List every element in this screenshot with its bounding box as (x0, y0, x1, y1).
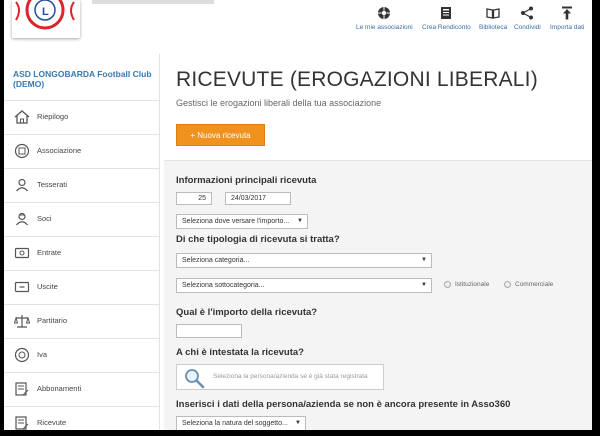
vat-icon (14, 347, 30, 363)
sidebar-item-riepilogo[interactable]: Riepilogo (4, 100, 159, 134)
sidebar-item-label: Riepilogo (37, 112, 69, 121)
toolbar-label: Biblioteca (479, 24, 508, 31)
sidebar-item-associazione[interactable]: Associazione (4, 134, 159, 168)
select-value: Seleziona la natura del soggetto... (182, 420, 288, 427)
subcategory-select[interactable]: Seleziona sottocategoria... ▼ (176, 278, 432, 293)
chevron-down-icon: ▼ (421, 282, 427, 288)
report-icon (441, 7, 452, 19)
search-icon (185, 369, 205, 389)
top-header: L Le mie associazioni Crea Rendiconto Bi… (4, 0, 592, 55)
balance-icon (14, 315, 30, 328)
sidebar-item-label: Entrate (37, 248, 62, 257)
section-amount-title: Qual è l'importo della ricevuta? (176, 307, 318, 318)
chevron-down-icon: ▼ (297, 218, 303, 224)
toolbar-share[interactable]: Condividi (514, 6, 541, 31)
select-value: Seleziona dove versare l'importo... (182, 218, 290, 225)
payment-destination-select[interactable]: Seleziona dove versare l'importo... ▼ (176, 214, 308, 229)
radio-institutional[interactable]: Istituzionale (444, 281, 489, 288)
person-search-input[interactable]: Seleziona la persona/azienda se è già st… (176, 364, 384, 390)
section-new-person-title: Inserisci i dati della persona/azienda s… (176, 399, 511, 410)
svg-text:L: L (42, 6, 49, 18)
section-type-title: Di che tipologia di ricevuta si tratta? (176, 234, 340, 245)
member-icon (16, 212, 28, 226)
sidebar-item-tesserati[interactable]: Tesserati (4, 168, 159, 202)
sidebar-item-label: Abbonamenti (37, 384, 82, 393)
receipt-date-field[interactable]: 24/03/2017 (225, 192, 291, 205)
sidebar-item-label: Tesserati (37, 180, 68, 189)
sidebar-item-label: Associazione (37, 146, 82, 155)
radio-label: Commerciale (515, 281, 554, 289)
building-icon (14, 143, 30, 159)
toolbar-label: Importa dati (550, 24, 585, 31)
sidebar-item-label: Uscite (37, 282, 58, 291)
radio-circle-icon (504, 281, 511, 288)
toolbar-import[interactable]: Importa dati (550, 6, 584, 31)
section-info-title: Informazioni principali ricevuta (176, 175, 317, 186)
expense-icon (14, 281, 30, 293)
sidebar-item-entrate[interactable]: Entrate (4, 236, 159, 270)
club-logo-icon: L (15, 0, 75, 30)
toolbar-create-report[interactable]: Crea Rendiconto (422, 6, 471, 31)
receipt-form: Informazioni principali ricevuta 25 24/0… (164, 160, 592, 430)
sidebar-item-label: Iva (37, 350, 48, 359)
toolbar-label: Condividi (514, 24, 541, 31)
radio-circle-icon (444, 281, 451, 288)
import-icon (562, 6, 573, 20)
sidebar-item-label: Ricevute (37, 418, 67, 427)
page-title: RICEVUTE (EROGAZIONI LIBERALI) (176, 68, 538, 91)
sidebar-item-label: Soci (37, 214, 52, 223)
receipt-number-field[interactable]: 25 (176, 192, 212, 205)
page-subtitle: Gestisci le erogazioni liberali della tu… (176, 98, 382, 108)
toolbar-library[interactable]: Biblioteca (479, 6, 507, 31)
income-icon (14, 247, 30, 259)
section-recipient-title: A chi è intestata la ricevuta? (176, 347, 304, 358)
toolbar-my-associations[interactable]: Le mie associazioni (356, 6, 413, 31)
share-icon (521, 6, 534, 20)
search-placeholder: Seleziona la persona/azienda se è già st… (213, 373, 368, 380)
sidebar-item-abbonamenti[interactable]: Abbonamenti (4, 372, 159, 406)
sidebar-item-soci[interactable]: Soci (4, 202, 159, 236)
radio-commercial[interactable]: Commerciale (504, 281, 553, 288)
chevron-down-icon: ▼ (421, 257, 427, 263)
toolbar-label: Le mie associazioni (356, 24, 413, 31)
select-value: Seleziona sottocategoria... (182, 282, 265, 289)
library-icon (486, 8, 500, 19)
app-window: L Le mie associazioni Crea Rendiconto Bi… (4, 0, 592, 430)
select-value: Seleziona categoria... (182, 257, 250, 264)
amount-field[interactable] (176, 324, 242, 338)
main-content: RICEVUTE (EROGAZIONI LIBERALI) Gestisci … (160, 54, 592, 430)
sidebar-item-uscite[interactable]: Uscite (4, 270, 159, 304)
sidebar-item-partitario[interactable]: Partitario (4, 304, 159, 338)
sidebar-item-iva[interactable]: Iva (4, 338, 159, 372)
club-name[interactable]: ASD LONGOBARDA Football Club (DEMO) (13, 69, 153, 89)
receipt-icon (15, 416, 29, 430)
toolbar-label: Crea Rendiconto (422, 24, 471, 31)
chevron-down-icon: ▼ (295, 420, 301, 426)
radio-label: Istituzionale (455, 281, 490, 289)
sidebar: ASD LONGOBARDA Football Club (DEMO) Riep… (4, 54, 160, 430)
person-card-icon (16, 178, 28, 192)
associations-icon (378, 7, 391, 19)
sidebar-item-label: Partitario (37, 316, 68, 325)
subscription-icon (15, 382, 29, 396)
home-icon (14, 110, 30, 124)
new-receipt-button[interactable]: + Nuova ricevuta (176, 124, 265, 146)
category-select[interactable]: Seleziona categoria... ▼ (176, 253, 432, 268)
sidebar-item-ricevute[interactable]: Ricevute (4, 406, 159, 430)
subject-nature-select[interactable]: Seleziona la natura del soggetto... ▼ (176, 416, 306, 430)
club-logo[interactable]: L (12, 0, 80, 38)
header-bar (92, 0, 214, 4)
